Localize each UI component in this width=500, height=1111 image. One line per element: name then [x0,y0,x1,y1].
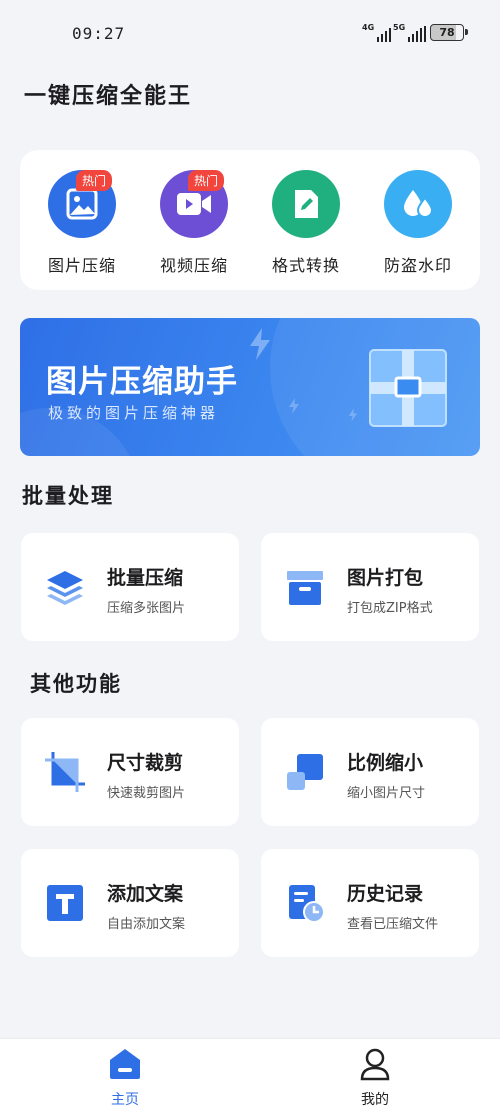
tool-video-compress[interactable]: 热门 视频压缩 [144,170,244,276]
signal-5g-icon: 5G [393,24,427,42]
home-icon [110,1049,140,1079]
status-time: 09:27 [72,24,126,43]
tool-label: 格式转换 [271,256,340,275]
banner-title: 图片压缩助手 [46,364,238,400]
bottom-nav: 主页 我的 [0,1038,500,1111]
layers-icon [47,571,83,605]
tool-watermark[interactable]: 防盗水印 [368,170,468,276]
history-document-icon [289,885,325,923]
lightning-icon [289,398,299,414]
feature-image-pack[interactable]: 图片打包 打包成ZIP格式 [261,533,479,641]
signal-4g-icon: 4G [362,24,392,42]
quick-tools-card: 热门 图片压缩 热门 视频压缩 格式转换 防盗水印 [20,150,480,290]
user-icon [360,1048,390,1081]
feature-title: 批量压缩 [107,567,184,589]
tool-format-convert[interactable]: 格式转换 [256,170,356,276]
section-title-other: 其他功能 [30,671,122,696]
text-icon [47,885,83,921]
image-box-icon [369,349,447,427]
feature-crop[interactable]: 尺寸裁剪 快速裁剪图片 [21,718,239,826]
status-bar: 09:27 4G 5G 78 [0,0,500,60]
feature-title: 尺寸裁剪 [107,752,184,774]
app-title: 一键压缩全能王 [24,83,193,109]
feature-history[interactable]: 历史记录 查看已压缩文件 [261,849,479,957]
water-drop-icon [384,170,452,238]
lightning-icon [348,408,358,422]
nav-home[interactable]: 主页 [85,1047,165,1109]
feature-title: 添加文案 [107,883,184,905]
hot-badge: 热门 [76,170,113,191]
hot-badge: 热门 [188,170,225,191]
section-title-batch: 批量处理 [22,483,114,508]
nav-label-mine: 我的 [361,1092,389,1108]
feature-subtitle: 缩小图片尺寸 [347,786,426,801]
tool-label: 视频压缩 [159,256,228,275]
battery-icon: 78 [430,24,468,41]
feature-subtitle: 快速裁剪图片 [107,786,186,801]
feature-title: 历史记录 [347,883,424,905]
nav-mine[interactable]: 我的 [335,1047,415,1109]
feature-scale-down[interactable]: 比例缩小 缩小图片尺寸 [261,718,479,826]
battery-level: 78 [439,26,455,39]
video-camera-icon: 热门 [160,170,228,238]
scale-down-icon [287,754,323,790]
feature-subtitle: 查看已压缩文件 [347,917,439,932]
feature-subtitle: 压缩多张图片 [107,601,186,616]
tool-image-compress[interactable]: 热门 图片压缩 [32,170,132,276]
feature-title: 比例缩小 [347,752,424,774]
crop-icon [45,752,85,792]
tool-label: 图片压缩 [47,256,116,275]
feature-subtitle: 打包成ZIP格式 [347,601,433,616]
edit-icon [272,170,340,238]
lightning-icon [250,328,270,360]
banner-subtitle: 极致的图片压缩神器 [48,404,220,422]
tool-label: 防盗水印 [383,256,452,275]
archive-box-icon [287,571,323,605]
feature-add-text[interactable]: 添加文案 自由添加文案 [21,849,239,957]
feature-batch-compress[interactable]: 批量压缩 压缩多张图片 [21,533,239,641]
promo-banner[interactable]: 图片压缩助手 极致的图片压缩神器 [20,318,480,456]
nav-label-home: 主页 [111,1092,139,1108]
feature-subtitle: 自由添加文案 [107,917,186,932]
feature-title: 图片打包 [347,567,424,589]
image-icon: 热门 [48,170,116,238]
